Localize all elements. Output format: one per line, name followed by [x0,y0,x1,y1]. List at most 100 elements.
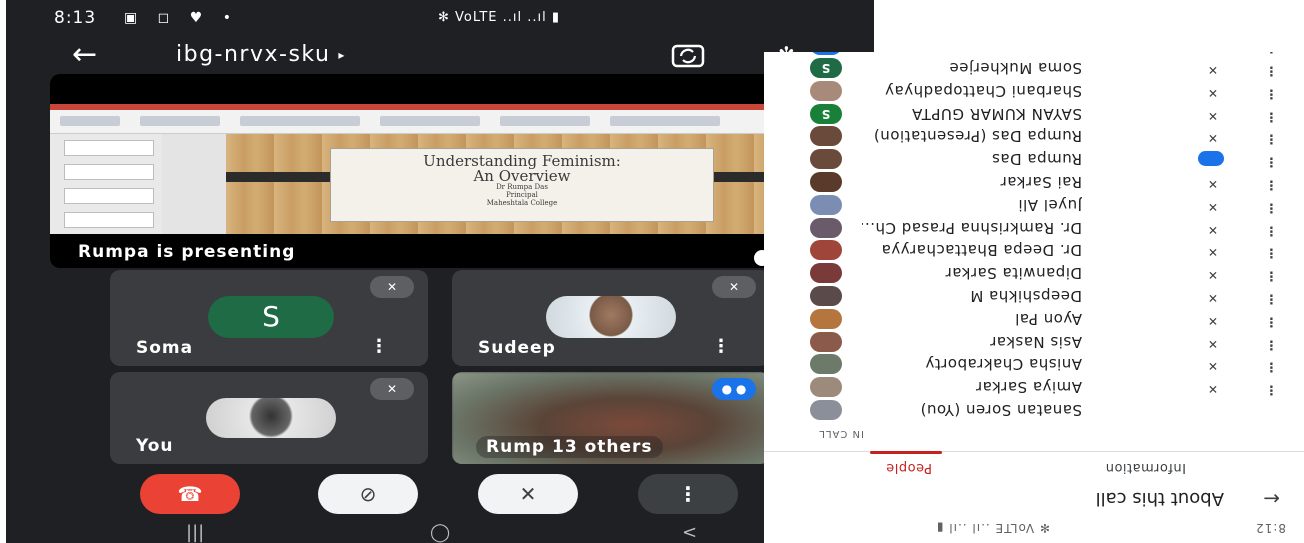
participant-name: Juyel Ali [1017,195,1082,214]
participant-row[interactable]: Rumpa Das ⋮ [764,147,1304,170]
mic-off-icon: ✕ [1207,108,1218,123]
participant-row[interactable]: Juyel Ali ✕ ⋮ [764,193,1304,216]
status-time: 8:13 [54,8,97,28]
more-options-icon[interactable]: ⋮ [1265,268,1278,283]
more-options-icon[interactable]: ⋮ [712,338,730,356]
more-options-icon[interactable]: ⋮ [1265,314,1278,329]
mic-off-icon: ✕ [1207,268,1218,283]
mic-off-icon: ✕ [1207,382,1218,397]
participant-row[interactable]: Rai Sarkar ✕ ⋮ [764,170,1304,193]
participant-row[interactable]: Rumpa Das (Presentation) ✕ ⋮ [764,124,1304,147]
more-options-icon[interactable]: ⋮ [1265,382,1278,397]
more-options-icon[interactable]: ⋮ [1265,200,1278,215]
mic-off-icon: ✕ [370,378,414,400]
avatar: S [208,296,334,338]
more-options-icon[interactable]: ⋮ [1265,223,1278,238]
meeting-code[interactable]: ibg-nrvx-sku ▸ [176,42,346,67]
signal-icons: ✻ VoLTE ..ıl ..ıl ▮ [935,521,1050,535]
recents-nav-icon[interactable]: ||| [186,522,204,543]
more-options-icon[interactable]: ⋮ [1265,291,1278,306]
more-options-icon[interactable]: ⋮ [370,338,388,356]
status-icons: ▣ ◻ ♥ • [124,10,240,26]
mic-off-icon: ✕ [1207,359,1218,374]
participant-name: Sudeep [478,338,556,358]
status-time: 8:12 [1255,521,1286,535]
back-arrow-icon[interactable]: ← [1263,487,1280,511]
participant-name: Rai Sarkar [1000,173,1082,191]
home-nav-icon[interactable]: ◯ [430,522,450,543]
meeting-screen: 8:13 ▣ ◻ ♥ • ✻ VoLTE ..ıl ..ıl ▮ ← ibg-n… [6,0,874,543]
mic-off-icon: ✕ [1208,52,1218,54]
people-panel: 8:12 ✻ VoLTE ..ıl ..ıl ▮ ← About this ca… [764,52,1304,543]
participant-row[interactable]: Amiya Sarkar ✕ ⋮ [764,375,1304,398]
mic-off-icon: ✕ [1207,199,1218,214]
avatar: S [810,52,842,56]
participant-tile-soma[interactable]: ✕ S Soma ⋮ [110,270,428,366]
end-call-button[interactable]: ☎ [140,474,240,514]
more-options-icon[interactable]: ⋮ [1265,245,1278,260]
mic-off-icon: ✕ [1207,313,1218,328]
camera-off-button[interactable]: ⊘ [318,474,418,514]
back-arrow-icon[interactable]: ← [72,38,97,72]
status-bar: 8:12 ✻ VoLTE ..ıl ..ıl ▮ [936,521,1286,535]
participant-tile-others[interactable]: ● ● Rump 13 others [452,372,770,464]
panel-tabs: People Information [764,451,1304,479]
more-options-icon[interactable]: ⋮ [1265,337,1278,352]
powerpoint-ribbon [50,110,874,134]
participant-name: Sanatan Soren (You) [920,401,1082,419]
participant-name: Anisha Chakraborty [924,355,1082,374]
participant-row[interactable]: Anisha Chakraborty ✕ ⋮ [764,352,1304,375]
participant-row[interactable]: Sanatan Soren (You) [764,398,1304,421]
switch-camera-icon[interactable] [670,40,706,70]
mic-off-icon: ✕ [1207,63,1218,77]
participant-name: SAYAN KUMAR GUPTA [911,104,1082,123]
avatar [810,240,842,261]
participant-row[interactable]: S Soma Mukherjee ✕ ⋮ [764,56,1304,79]
more-options-icon[interactable]: ⋮ [1265,86,1278,101]
avatar: S [810,58,842,78]
avatar [810,286,842,306]
presenting-label: Rumpa is presenting [78,242,296,262]
panel-title: About this call [1095,488,1224,509]
participant-row[interactable]: S Suchismita Neogi ✕ ⋮ [764,52,1304,56]
participant-row[interactable]: Ayon Pal ✕ ⋮ [764,307,1304,330]
participant-tile-sudeep[interactable]: ✕ Sudeep ⋮ [452,270,770,366]
back-nav-icon[interactable]: < [682,522,697,543]
more-options-icon[interactable]: ⋮ [1265,63,1278,78]
mic-off-icon: ✕ [1207,336,1218,351]
tab-people[interactable]: People [886,460,932,475]
more-options-icon[interactable]: ⋮ [1265,154,1278,169]
mic-off-icon: ✕ [1207,245,1218,260]
participant-name: You [136,436,174,456]
participant-row[interactable]: Asis Naskar ✕ ⋮ [764,330,1304,353]
participant-row[interactable]: Dipanwita Sarkar ✕ ⋮ [764,261,1304,284]
more-options-icon[interactable]: ⋮ [1265,131,1278,146]
tab-information[interactable]: Information [1105,460,1186,475]
slide-author: Dr Rumpa Das [496,183,548,191]
others-count: Rump 13 others [476,436,663,458]
participant-tile-you[interactable]: ✕ You [110,372,428,464]
participant-row[interactable]: S SAYAN KUMAR GUPTA ✕ ⋮ [764,102,1304,125]
participant-row[interactable]: Dr. Deepa Bhattacharyya ✕ ⋮ [764,238,1304,261]
more-options-icon[interactable]: ⋮ [1265,52,1278,55]
more-options-icon[interactable]: ⋮ [1265,109,1278,124]
participant-row[interactable]: Deepshikha M ✕ ⋮ [764,284,1304,307]
mic-off-button[interactable]: ✕ [478,474,578,514]
participant-name: Rumpa Das [991,150,1082,169]
avatar [810,80,842,101]
avatar: S [810,103,842,124]
speaking-indicator-icon: ● ● [712,378,756,400]
meeting-top-bar: ← ibg-nrvx-sku▸ ✻ [6,38,874,74]
more-options-icon[interactable]: ⋮ [1265,177,1278,192]
presentation-view[interactable]: Understanding Feminism: An Overview Dr R… [50,74,874,268]
slide-role: Principal [506,191,538,199]
participant-name: Dipanwita Sarkar [945,264,1082,283]
more-options-button[interactable]: ⋮ [638,474,738,514]
avatar [810,377,842,398]
avatar [546,296,676,338]
participant-row[interactable]: Sharbani Chattopadhyay ✕ ⋮ [764,79,1304,102]
participant-row[interactable]: Dr. Ramkrishna Prasad Ch... ✕ ⋮ [764,216,1304,239]
avatar [810,400,842,420]
avatar [206,398,336,438]
more-options-icon[interactable]: ⋮ [1265,359,1278,374]
